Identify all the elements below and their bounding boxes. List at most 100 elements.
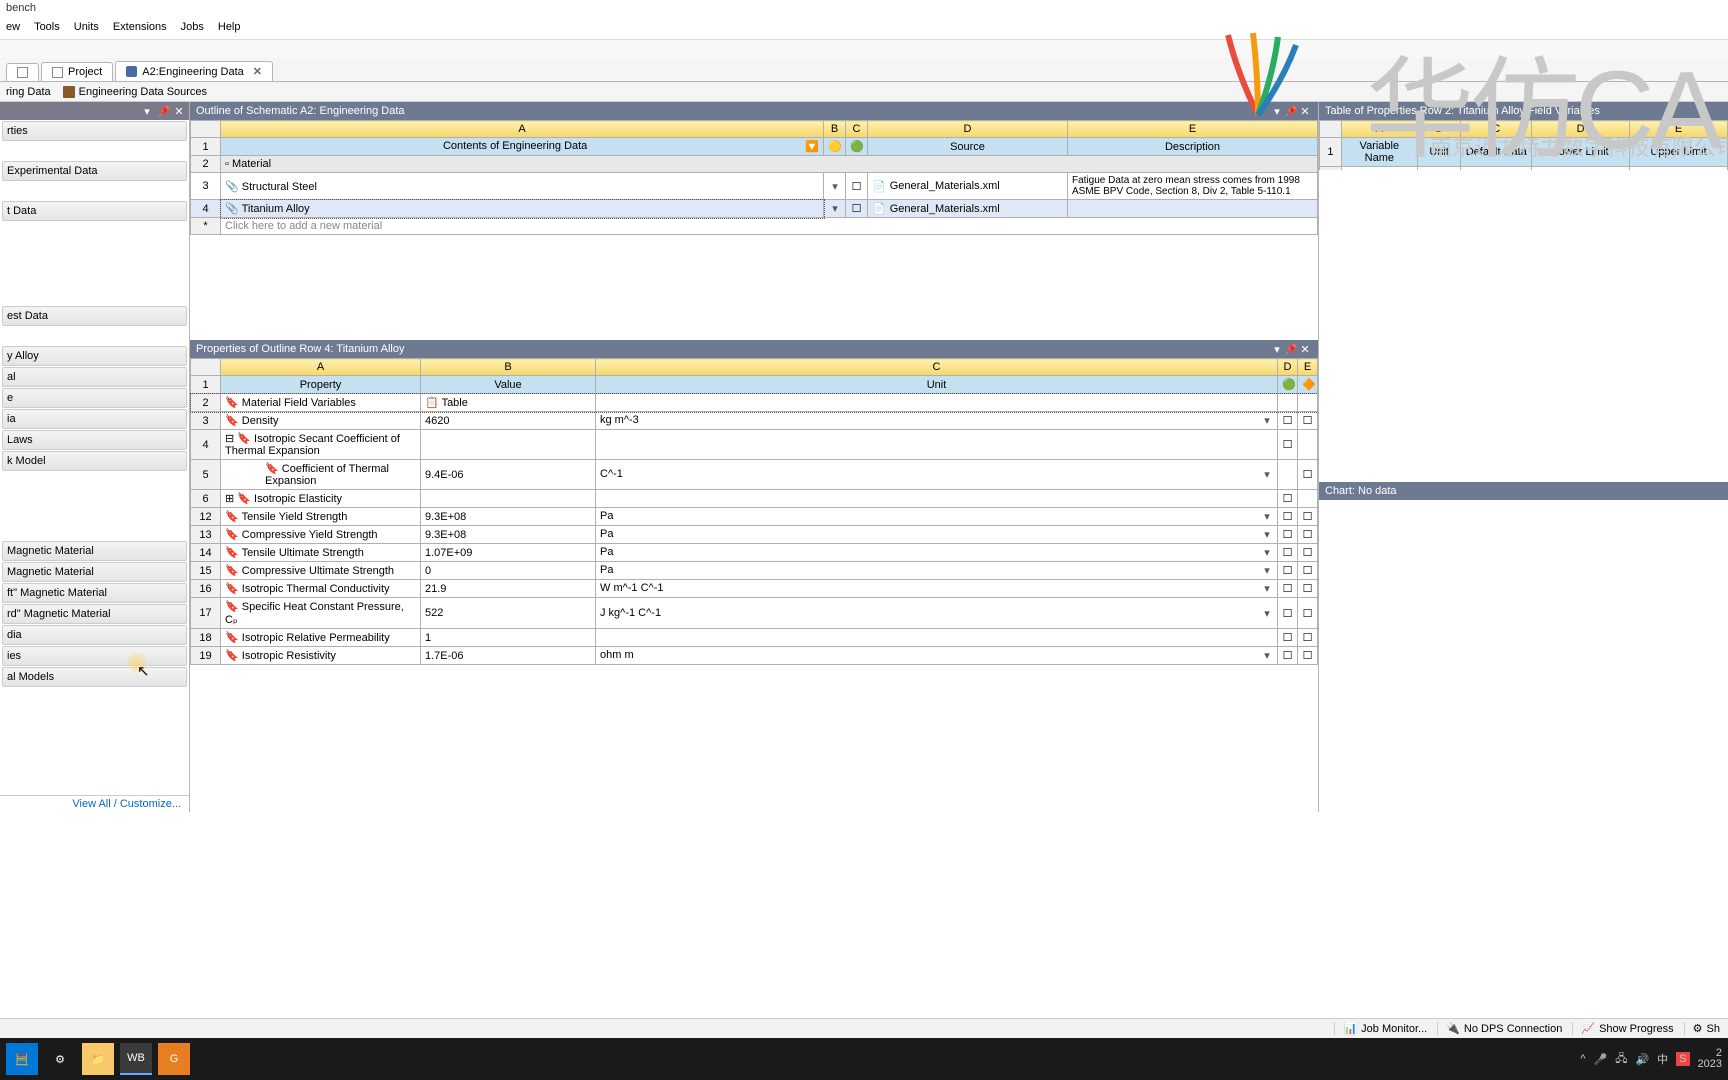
dropdown-icon[interactable]: ▾ [141,105,153,118]
prop-specific-heat[interactable]: 🔖 Specific Heat Constant Pressure, Cₚ [221,598,421,629]
checkbox[interactable]: ☐ [1298,580,1318,598]
prop-comp-yield[interactable]: 🔖 Compressive Yield Strength [221,526,421,544]
toolbox-item[interactable]: Laws [2,430,187,450]
menubar[interactable]: ew Tools Units Extensions Jobs Help [0,18,1728,40]
prop-unit[interactable]: Pa▾ [596,544,1278,562]
checkbox[interactable]: ☐ [1278,562,1298,580]
tray-clock[interactable]: 22023 [1698,1048,1722,1070]
col-header[interactable]: C [1461,121,1532,138]
prop-unit[interactable]: J kg^-1 C^-1▾ [596,598,1278,629]
checkbox[interactable]: ☐ [1278,526,1298,544]
col-header[interactable]: D [1532,121,1630,138]
tray-net-icon[interactable]: 🖧 [1615,1050,1627,1069]
tab-prev[interactable] [6,63,39,81]
col-header[interactable]: B [421,359,596,376]
prop-value[interactable]: 9.4E-06 [421,460,596,490]
prop-value[interactable]: 📋 Table [421,394,596,412]
checkbox[interactable]: ☐ [1298,598,1318,629]
material-name-selected[interactable]: 📎 Titanium Alloy [221,200,824,218]
pin-icon[interactable]: 📌 [1284,343,1298,356]
taskbar[interactable]: 🧮 ⚙ 📁 WB G ^ 🎤 🖧 🔊 中 S 22023 [0,1038,1728,1080]
col-header[interactable]: E [1068,121,1318,138]
toolbox-item[interactable]: t Data [2,201,187,221]
col-header[interactable]: E [1630,121,1728,138]
menu-view[interactable]: ew [6,21,20,36]
taskbar-explorer[interactable]: 📁 [82,1043,114,1075]
checkbox[interactable]: ☐ [1278,580,1298,598]
checkbox[interactable]: ☐ [1298,460,1318,490]
toolbox-item[interactable]: est Data [2,306,187,326]
row-header[interactable]: 1 [191,138,221,156]
toolbox-item[interactable]: e [2,388,187,408]
dps-status[interactable]: 🔌 No DPS Connection [1437,1022,1562,1035]
prop-value[interactable]: 9.3E+08 [421,508,596,526]
checkbox[interactable]: ☐ [1298,412,1318,430]
checkbox[interactable]: ☐ [1278,490,1298,508]
toolbox-item[interactable]: y Alloy [2,346,187,366]
dropdown-cell[interactable]: ▾ [824,200,846,218]
prop-unit[interactable]: W m^-1 C^-1▾ [596,580,1278,598]
checkbox[interactable]: ☐ [1278,412,1298,430]
prop-unit[interactable]: kg m^-3▾ [596,412,1278,430]
toolbox-item[interactable]: Magnetic Material [2,541,187,561]
prop-value[interactable]: 21.9 [421,580,596,598]
source-cell[interactable]: 📄 General_Materials.xml [868,200,1068,218]
col-header[interactable]: A [221,359,421,376]
prop-tensile-ult[interactable]: 🔖 Tensile Ultimate Strength [221,544,421,562]
col-header[interactable]: C [846,121,868,138]
suppress-filter-icon[interactable]: 🟢 [846,138,868,156]
source-cell[interactable]: 📄 General_Materials.xml [868,173,1068,200]
prop-resistivity[interactable]: 🔖 Isotropic Resistivity [221,647,421,665]
tray-vol-icon[interactable]: 🔊 [1635,1053,1649,1066]
prop-unit[interactable]: Pa▾ [596,526,1278,544]
prop-unit[interactable]: C^-1▾ [596,460,1278,490]
material-group[interactable]: ▫ Material [221,156,1318,173]
tab-project[interactable]: Project [41,62,113,81]
col-header[interactable]: D [1278,359,1298,376]
close-icon[interactable]: ✕ [1298,343,1312,356]
system-tray[interactable]: ^ 🎤 🖧 🔊 中 S 22023 [1580,1048,1722,1070]
toolbox-item[interactable]: rties [2,121,187,141]
col-header[interactable]: A [1341,121,1417,138]
toolbox-item[interactable]: ies [2,646,187,666]
toolbox-item[interactable]: al [2,367,187,387]
checkbox[interactable]: ☐ [1278,430,1298,460]
prop-unit[interactable]: Pa▾ [596,562,1278,580]
toolbox-item[interactable]: Magnetic Material [2,562,187,582]
col-header[interactable]: B [824,121,846,138]
toolbox-item[interactable]: ft" Magnetic Material [2,583,187,603]
subtab-sources[interactable]: Engineering Data Sources [63,84,207,99]
row-header[interactable]: 4 [191,200,221,218]
pin-icon[interactable]: 📌 [157,105,169,118]
checkbox[interactable]: ☐ [1298,526,1318,544]
prop-density[interactable]: 🔖 Density [221,412,421,430]
material-name[interactable]: 📎 Structural Steel [221,173,824,200]
toolbox-item[interactable]: Experimental Data [2,161,187,181]
row-header[interactable]: * [191,218,221,235]
col-header[interactable]: C [596,359,1278,376]
subtab-filter[interactable]: ring Data [6,84,51,99]
toolbox-item[interactable]: dia [2,625,187,645]
checkbox-cell[interactable]: ☐ [846,173,868,200]
prop-value[interactable]: 4620 [421,412,596,430]
toolbox-item[interactable]: k Model [2,451,187,471]
suppress-icon[interactable]: 🟢 [1278,376,1298,394]
desc-cell[interactable] [1068,200,1318,218]
prop-iso-elasticity[interactable]: ⊞ 🔖 Isotropic Elasticity [221,490,421,508]
param-icon[interactable]: 🔶 [1298,376,1318,394]
checkbox-cell[interactable]: ☐ [846,200,868,218]
prop-value[interactable]: 9.3E+08 [421,526,596,544]
checkbox[interactable]: ☐ [1278,598,1298,629]
menu-tools[interactable]: Tools [34,21,60,36]
prop-value[interactable]: 522 [421,598,596,629]
checkbox[interactable]: ☐ [1278,544,1298,562]
prop-rel-perm[interactable]: 🔖 Isotropic Relative Permeability [221,629,421,647]
prop-thermal-cond[interactable]: 🔖 Isotropic Thermal Conductivity [221,580,421,598]
menu-help[interactable]: Help [218,21,241,36]
tray-up-icon[interactable]: ^ [1580,1053,1585,1065]
menu-jobs[interactable]: Jobs [181,21,204,36]
col-header[interactable]: A [221,121,824,138]
col-header[interactable]: B [1417,121,1461,138]
taskbar-settings[interactable]: ⚙ [44,1043,76,1075]
checkbox[interactable]: ☐ [1298,544,1318,562]
